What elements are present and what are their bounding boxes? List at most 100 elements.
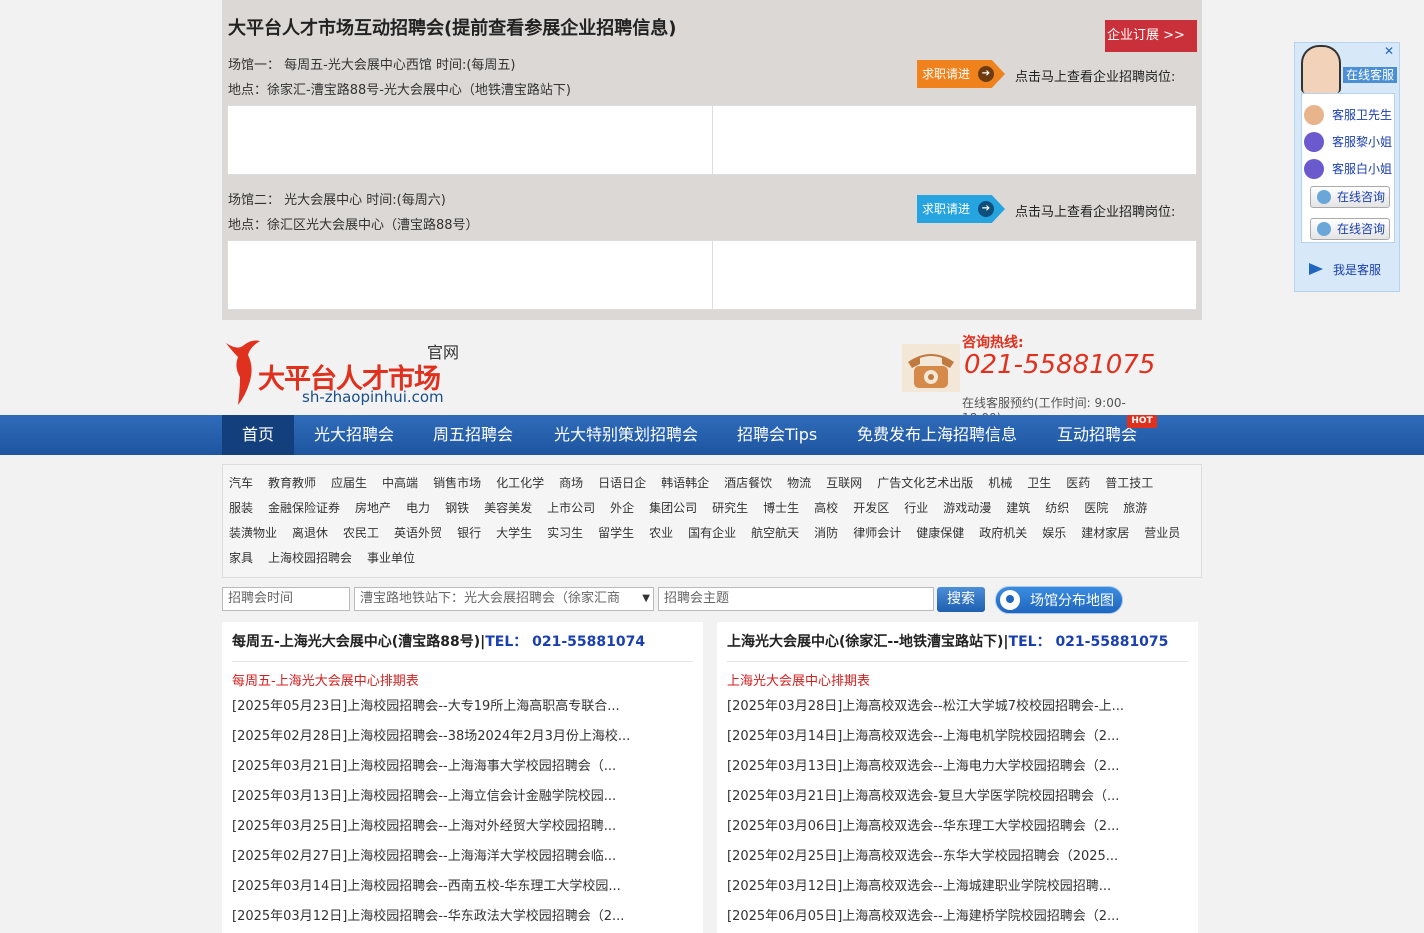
category-link[interactable]: 商场: [559, 476, 583, 490]
category-link[interactable]: 卫生: [1027, 476, 1051, 490]
category-link[interactable]: 化工化学: [496, 476, 544, 490]
enterprise-subscribe-button[interactable]: 企业订展 >>: [1105, 20, 1197, 52]
category-link[interactable]: 服装: [229, 501, 253, 515]
category-link[interactable]: 游戏动漫: [943, 501, 991, 515]
category-link[interactable]: 金融保险证券: [268, 501, 340, 515]
agent-item[interactable]: 客服卫先生: [1304, 104, 1394, 126]
category-link[interactable]: 建筑: [1006, 501, 1030, 515]
list-item[interactable]: [2025年06月05日]上海高校双选会--上海建桥学院校园招聘会（2...: [727, 902, 1139, 932]
category-link[interactable]: 大学生: [496, 526, 532, 540]
category-link[interactable]: 上市公司: [547, 501, 595, 515]
category-link[interactable]: 酒店餐饮: [724, 476, 772, 490]
list-item[interactable]: [2025年03月21日]上海高校双选会-复旦大学医学院校园招聘会（...: [727, 782, 1139, 812]
category-link[interactable]: 高校: [814, 501, 838, 515]
list-item[interactable]: [2025年03月13日]上海校园招聘会--上海立信会计金融学院校园...: [232, 782, 644, 812]
search-button[interactable]: 搜索: [937, 587, 985, 612]
nav-guangda[interactable]: 光大招聘会: [314, 415, 394, 455]
category-link[interactable]: 银行: [457, 526, 481, 540]
category-link[interactable]: 教育教师: [268, 476, 316, 490]
category-link[interactable]: 汽车: [229, 476, 253, 490]
category-link[interactable]: 营业员: [1144, 526, 1180, 540]
list-item[interactable]: [2025年03月14日]上海高校双选会--上海电机学院校园招聘会（2...: [727, 722, 1139, 752]
category-link[interactable]: 销售市场: [433, 476, 481, 490]
category-link[interactable]: 农民工: [343, 526, 379, 540]
list-item[interactable]: [2025年03月06日]上海高校双选会--华东理工大学校园招聘会（2...: [727, 812, 1139, 842]
category-link[interactable]: 上海校园招聘会: [268, 551, 352, 565]
theme-input[interactable]: 招聘会主题: [658, 587, 934, 611]
category-link[interactable]: 互联网: [826, 476, 862, 490]
category-link[interactable]: 医药: [1066, 476, 1090, 490]
category-link[interactable]: 研究生: [712, 501, 748, 515]
category-link[interactable]: 机械: [988, 476, 1012, 490]
category-link[interactable]: 律师会计: [853, 526, 901, 540]
category-link[interactable]: 物流: [787, 476, 811, 490]
category-link[interactable]: 装潢物业: [229, 526, 277, 540]
category-link[interactable]: 行业: [904, 501, 928, 515]
list-item[interactable]: [2025年03月21日]上海校园招聘会--上海海事大学校园招聘会（...: [232, 752, 644, 782]
category-link[interactable]: 应届生: [331, 476, 367, 490]
list-item[interactable]: [2025年03月14日]上海校园招聘会--西南五校-华东理工大学校园...: [232, 872, 644, 902]
time-input[interactable]: 招聘会时间: [222, 587, 350, 611]
venue-map-button[interactable]: 场馆分布地图: [995, 586, 1123, 614]
category-link[interactable]: 农业: [649, 526, 673, 540]
location-select[interactable]: 漕宝路地铁站下：光大会展招聘会（徐家汇商 ▼: [354, 587, 654, 611]
category-link[interactable]: 建材家居: [1081, 526, 1129, 540]
schedule-link[interactable]: 上海光大会展中心排期表: [727, 672, 1188, 692]
category-link[interactable]: 房地产: [355, 501, 391, 515]
category-link[interactable]: 政府机关: [979, 526, 1027, 540]
venue2-job-button[interactable]: 求职请进 ➔: [917, 195, 1005, 223]
close-icon[interactable]: ✕: [1383, 45, 1395, 57]
agent-item[interactable]: 客服白小姐: [1304, 158, 1394, 180]
category-link[interactable]: 美容美发: [484, 501, 532, 515]
site-logo[interactable]: 官网 大平台人才市场 sh-zhaopinhui.com: [222, 333, 482, 411]
i-am-service-link[interactable]: 我是客服: [1309, 261, 1381, 278]
list-item[interactable]: [2025年02月25日]上海高校双选会--东华大学校园招聘会（2025...: [727, 842, 1139, 872]
category-link[interactable]: 留学生: [598, 526, 634, 540]
list-item[interactable]: [2025年02月27日]上海校园招聘会--上海海洋大学校园招聘会临...: [232, 842, 644, 872]
recruitment-info-box: 大平台人才市场互动招聘会(提前查看参展企业招聘信息) 企业订展 >> 场馆一： …: [222, 0, 1202, 320]
category-link[interactable]: 电力: [406, 501, 430, 515]
category-link[interactable]: 博士生: [763, 501, 799, 515]
consult-button[interactable]: 在线咨询: [1310, 186, 1390, 208]
list-item[interactable]: [2025年05月23日]上海校园招聘会--大专19所上海高职高专联合...: [232, 692, 644, 722]
category-link[interactable]: 家具: [229, 551, 253, 565]
category-link[interactable]: 离退休: [292, 526, 328, 540]
category-link[interactable]: 实习生: [547, 526, 583, 540]
list-item[interactable]: [2025年03月13日]上海高校双选会--上海电力大学校园招聘会（2...: [727, 752, 1139, 782]
nav-interactive[interactable]: 互动招聘会: [1057, 415, 1137, 455]
consult-button[interactable]: 在线咨询: [1310, 218, 1390, 240]
category-link[interactable]: 健康保健: [916, 526, 964, 540]
list-item[interactable]: [2025年02月28日]上海校园招聘会--38场2024年2月3月份上海校..…: [232, 722, 644, 752]
category-link[interactable]: 娱乐: [1042, 526, 1066, 540]
agent-avatar-icon: [1304, 132, 1324, 152]
list-item[interactable]: [2025年03月12日]上海校园招聘会--华东政法大学校园招聘会（2...: [232, 902, 644, 932]
list-item[interactable]: [2025年03月28日]上海高校双选会--松江大学城7校校园招聘会-上...: [727, 692, 1139, 722]
category-link[interactable]: 消防: [814, 526, 838, 540]
nav-tips[interactable]: 招聘会Tips: [737, 415, 817, 455]
category-link[interactable]: 中高端: [382, 476, 418, 490]
category-link[interactable]: 纺织: [1045, 501, 1069, 515]
category-link[interactable]: 英语外贸: [394, 526, 442, 540]
category-link[interactable]: 医院: [1084, 501, 1108, 515]
category-link[interactable]: 旅游: [1123, 501, 1147, 515]
category-link[interactable]: 国有企业: [688, 526, 736, 540]
category-link[interactable]: 事业单位: [367, 551, 415, 565]
category-link[interactable]: 航空航天: [751, 526, 799, 540]
category-link[interactable]: 外企: [610, 501, 634, 515]
category-link[interactable]: 集团公司: [649, 501, 697, 515]
category-link[interactable]: 韩语韩企: [661, 476, 709, 490]
category-link[interactable]: 开发区: [853, 501, 889, 515]
category-link[interactable]: 广告文化艺术出版: [877, 476, 973, 490]
nav-home[interactable]: 首页: [222, 415, 295, 455]
list-item[interactable]: [2025年03月12日]上海高校双选会--上海城建职业学院校园招聘...: [727, 872, 1139, 902]
category-link[interactable]: 钢铁: [445, 501, 469, 515]
category-link[interactable]: 普工技工: [1105, 476, 1153, 490]
schedule-link[interactable]: 每周五-上海光大会展中心排期表: [232, 672, 693, 692]
list-item[interactable]: [2025年03月25日]上海校园招聘会--上海对外经贸大学校园招聘...: [232, 812, 644, 842]
venue1-job-button[interactable]: 求职请进 ➔: [917, 60, 1005, 88]
agent-item[interactable]: 客服黎小姐: [1304, 131, 1394, 153]
nav-publish[interactable]: 免费发布上海招聘信息: [857, 415, 1017, 455]
nav-special[interactable]: 光大特别策划招聘会: [554, 415, 698, 455]
category-link[interactable]: 日语日企: [598, 476, 646, 490]
nav-friday[interactable]: 周五招聘会: [433, 415, 513, 455]
